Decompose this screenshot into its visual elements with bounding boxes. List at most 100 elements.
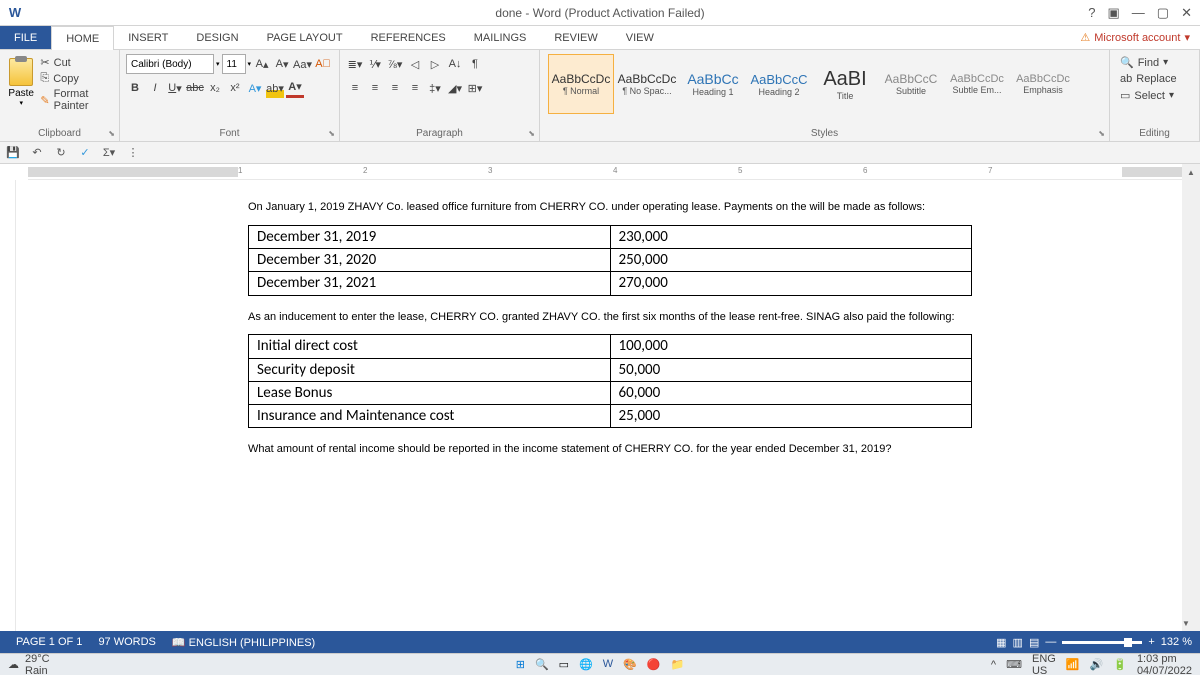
select-button[interactable]: ▭Select ▾ (1116, 87, 1193, 104)
print-layout-icon[interactable]: ▥ (1013, 636, 1023, 649)
table-row[interactable]: Initial direct cost100,000 (249, 335, 972, 358)
horizontal-ruler[interactable]: 1234567 (28, 164, 1182, 180)
increase-indent-button[interactable]: ▷ (426, 54, 444, 74)
zoom-level[interactable]: 132 % (1161, 636, 1192, 648)
clock[interactable]: 1:03 pm04/07/2022 (1137, 653, 1192, 677)
font-name-select[interactable]: Calibri (Body) (126, 54, 214, 74)
doc-p1[interactable]: On January 1, 2019 ZHAVY Co. leased offi… (248, 200, 972, 215)
battery-icon[interactable]: 🔋 (1113, 658, 1127, 671)
format-painter-button[interactable]: ✎Format Painter (40, 88, 113, 112)
text-effects-button[interactable]: A▾ (246, 78, 264, 98)
strike-button[interactable]: abc (186, 78, 204, 98)
table-row[interactable]: December 31, 2019230,000 (249, 225, 972, 248)
volume-icon[interactable]: 🔊 (1090, 658, 1104, 671)
scroll-up-icon[interactable]: ▲ (1182, 164, 1200, 180)
wifi-icon[interactable]: 📶 (1066, 658, 1080, 671)
shading-button[interactable]: ◢▾ (446, 78, 464, 98)
clear-format-button[interactable]: A⃠ (314, 54, 332, 74)
replace-button[interactable]: abReplace (1116, 71, 1193, 87)
doc-p2[interactable]: As an inducement to enter the lease, CHE… (248, 310, 972, 325)
language-indicator[interactable]: ENGUS (1032, 653, 1056, 677)
change-case-button[interactable]: Aa▾ (293, 54, 312, 74)
grow-font-button[interactable]: A▴ (253, 54, 271, 74)
clipboard-launcher[interactable]: ⬊ (108, 129, 115, 138)
maximize-icon[interactable]: ▢ (1157, 5, 1169, 21)
save-button[interactable]: 💾 (4, 144, 22, 162)
spelling-button[interactable]: ✓ (76, 144, 94, 162)
zoom-slider[interactable] (1062, 641, 1142, 644)
zoom-out-button[interactable]: — (1045, 636, 1056, 648)
underline-button[interactable]: U▾ (166, 78, 184, 98)
style-title[interactable]: AaBITitle (812, 54, 878, 114)
doc-table-2[interactable]: Initial direct cost100,000Security depos… (248, 334, 972, 428)
font-size-select[interactable]: 11 (222, 54, 246, 74)
line-spacing-button[interactable]: ‡▾ (426, 78, 444, 98)
page[interactable]: On January 1, 2019 ZHAVY Co. leased offi… (28, 180, 1182, 631)
style-subtle-em-[interactable]: AaBbCcDcSubtle Em... (944, 54, 1010, 114)
tab-home[interactable]: HOME (51, 26, 114, 50)
styles-launcher[interactable]: ⬊ (1098, 129, 1105, 138)
style-heading-1[interactable]: AaBbCcHeading 1 (680, 54, 746, 114)
page-count[interactable]: PAGE 1 OF 1 (8, 636, 90, 648)
table-row[interactable]: Security deposit50,000 (249, 358, 972, 381)
tray-chevron-icon[interactable]: ^ (991, 659, 996, 671)
table-row[interactable]: December 31, 2021270,000 (249, 272, 972, 295)
style-emphasis[interactable]: AaBbCcDcEmphasis (1010, 54, 1076, 114)
font-launcher[interactable]: ⬊ (328, 129, 335, 138)
read-mode-icon[interactable]: ▦ (996, 636, 1006, 649)
decrease-indent-button[interactable]: ◁ (406, 54, 424, 74)
align-center-button[interactable]: ≡ (366, 78, 384, 98)
tab-mailings[interactable]: MAILINGS (460, 26, 541, 49)
tab-view[interactable]: VIEW (612, 26, 668, 49)
close-icon[interactable]: ✕ (1181, 5, 1192, 21)
style-subtitle[interactable]: AaBbCcCSubtitle (878, 54, 944, 114)
highlight-button[interactable]: ab▾ (266, 78, 284, 98)
numbering-button[interactable]: ⅟▾ (366, 54, 384, 74)
table-row[interactable]: December 31, 2020250,000 (249, 249, 972, 272)
style--normal[interactable]: AaBbCcDc¶ Normal (548, 54, 614, 114)
align-right-button[interactable]: ≡ (386, 78, 404, 98)
subscript-button[interactable]: x₂ (206, 78, 224, 98)
italic-button[interactable]: I (146, 78, 164, 98)
word-count[interactable]: 97 WORDS (90, 636, 163, 648)
bold-button[interactable]: B (126, 78, 144, 98)
word-taskbar-icon[interactable]: W (603, 658, 613, 671)
find-button[interactable]: 🔍Find ▾ (1116, 54, 1193, 71)
justify-button[interactable]: ≡ (406, 78, 424, 98)
tab-review[interactable]: REVIEW (540, 26, 611, 49)
paragraph-launcher[interactable]: ⬊ (528, 129, 535, 138)
language[interactable]: 📖 ENGLISH (PHILIPPINES) (164, 636, 323, 649)
scroll-down-icon[interactable]: ▼ (1182, 615, 1190, 631)
tab-file[interactable]: FILE (0, 26, 51, 49)
keyboard-icon[interactable]: ⌨ (1006, 658, 1022, 671)
ribbon-display-icon[interactable]: ▣ (1108, 5, 1120, 21)
align-left-button[interactable]: ≡ (346, 78, 364, 98)
chrome-icon[interactable]: 🔴 (647, 658, 661, 671)
sum-button[interactable]: Σ▾ (100, 144, 118, 162)
vertical-ruler[interactable] (0, 180, 16, 631)
font-color-button[interactable]: A▾ (286, 78, 304, 98)
web-layout-icon[interactable]: ▤ (1029, 636, 1039, 649)
bullets-button[interactable]: ≣▾ (346, 54, 364, 74)
task-view-icon[interactable]: ▭ (559, 658, 569, 671)
undo-button[interactable]: ↶ (28, 144, 46, 162)
tab-insert[interactable]: INSERT (114, 26, 182, 49)
superscript-button[interactable]: x² (226, 78, 244, 98)
redo-button[interactable]: ↻ (52, 144, 70, 162)
start-icon[interactable]: ⊞ (516, 658, 525, 671)
app-icon[interactable]: 📁 (671, 658, 685, 671)
weather-widget[interactable]: ☁ 29°CRain (8, 653, 50, 677)
show-marks-button[interactable]: ¶ (466, 54, 484, 74)
shrink-font-button[interactable]: A▾ (273, 54, 291, 74)
help-icon[interactable]: ? (1088, 5, 1095, 20)
sort-button[interactable]: A↓ (446, 54, 464, 74)
copilot-icon[interactable]: 🎨 (623, 658, 637, 671)
borders-button[interactable]: ⊞▾ (466, 78, 484, 98)
minimize-icon[interactable]: — (1132, 5, 1145, 20)
table-row[interactable]: Lease Bonus60,000 (249, 381, 972, 404)
edge-icon[interactable]: 🌐 (579, 658, 593, 671)
copy-button[interactable]: ⎘Copy (40, 72, 113, 85)
tab-page-layout[interactable]: PAGE LAYOUT (253, 26, 357, 49)
multilevel-button[interactable]: ⅞▾ (386, 54, 404, 74)
tab-design[interactable]: DESIGN (182, 26, 252, 49)
